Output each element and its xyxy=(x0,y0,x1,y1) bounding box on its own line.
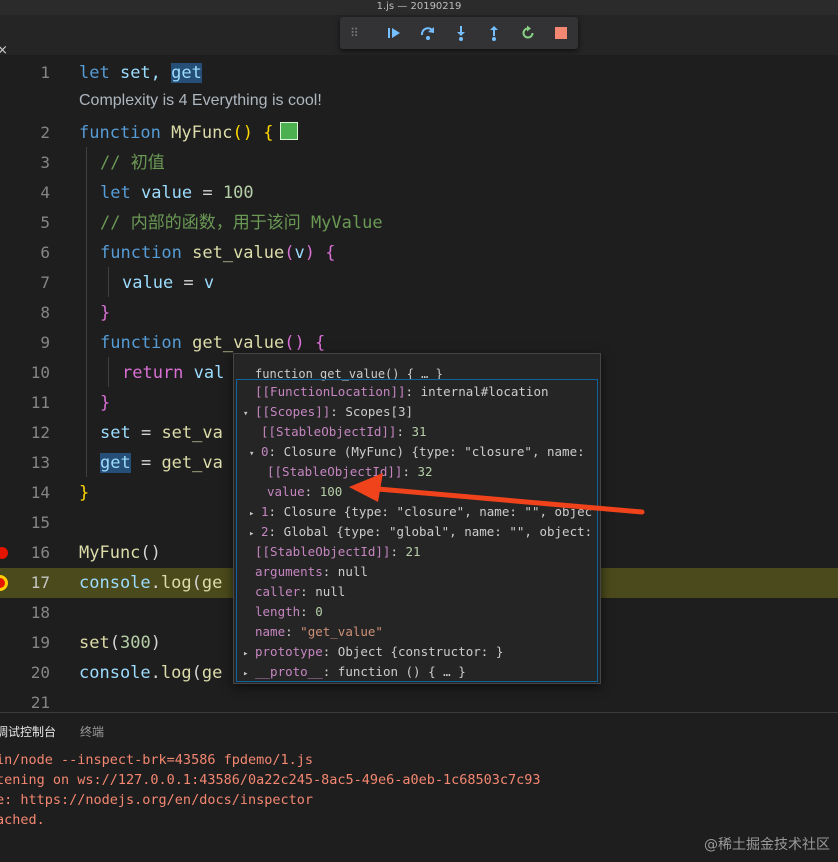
console-output-line: in/node --inspect-brk=43586 fpdemo/1.js xyxy=(0,752,313,768)
console-output-line: e: https://nodejs.org/en/docs/inspector xyxy=(0,792,313,808)
console-output-line: tening on ws://127.0.0.1:43586/0a22c245-… xyxy=(0,772,541,788)
tab-terminal[interactable]: 终端 xyxy=(80,723,104,740)
tab-debug-console[interactable]: 调试控制台 xyxy=(0,723,56,740)
watermark: @稀土掘金技术社区 xyxy=(704,837,830,853)
bottom-panel: 调试控制台 终端 in/node --inspect-brk=43586 fpd… xyxy=(0,712,838,862)
console-output-line: ached. xyxy=(0,812,45,828)
